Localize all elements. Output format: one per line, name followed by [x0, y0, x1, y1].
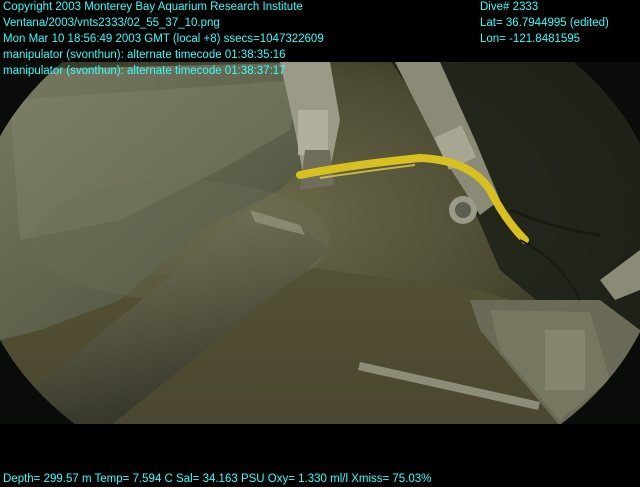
dive-number: Dive# 2333: [480, 1, 539, 13]
latitude: Lat= 36.7944995 (edited): [480, 17, 609, 29]
sensor-readout: Depth= 299.57 m Temp= 7.594 C Sal= 34.16…: [3, 473, 432, 485]
image-path-line: Ventana/2003/vnts2333/02_55_37_10.png: [3, 17, 220, 29]
rov-light-lens: [455, 202, 471, 218]
timestamp-line: Mon Mar 10 18:56:49 2003 GMT (local +8) …: [3, 33, 324, 45]
longitude: Lon= -121.8481595: [480, 33, 581, 45]
timecode-line-2: manipulator (svonthun): alternate timeco…: [3, 65, 286, 77]
skid-plate: [545, 330, 585, 390]
manipulator-wrist: [298, 110, 328, 155]
copyright-line: Copyright 2003 Monterey Bay Aquarium Res…: [3, 1, 303, 13]
overlay-left-block: Copyright 2003 Monterey Bay Aquarium Res…: [3, 0, 324, 79]
timecode-line-1: manipulator (svonthun): alternate timeco…: [3, 49, 286, 61]
video-frame: Copyright 2003 Monterey Bay Aquarium Res…: [0, 0, 640, 486]
overlay-right-block: Dive# 2333 Lat= 36.7944995 (edited) Lon=…: [480, 0, 609, 47]
